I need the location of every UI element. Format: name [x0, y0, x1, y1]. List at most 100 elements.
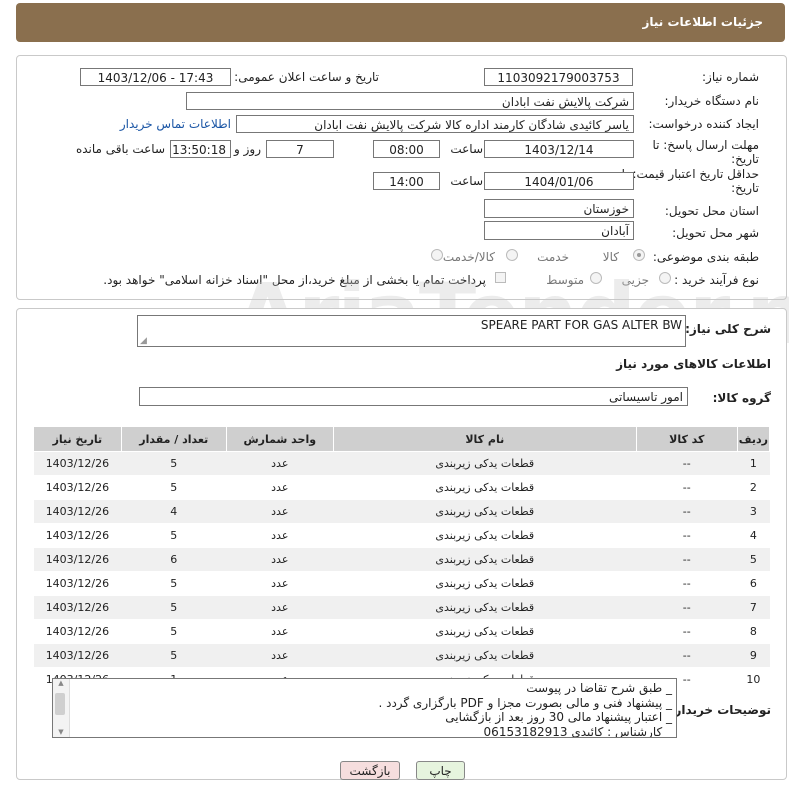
buyer-note-line: _ پیشنهاد فنی و مالی بصورت مجزا و PDF با… — [378, 695, 672, 710]
scroll-thumb[interactable] — [55, 693, 65, 715]
price-valid-time-field: 14:00 — [373, 172, 440, 190]
buyer-note-line: _ کارشناس : کائیدی 06153182913 — [483, 724, 672, 738]
general-desc-label: شرح کلی نیاز: — [685, 322, 771, 336]
quantity-cell: 5 — [121, 595, 227, 620]
table-row: 3 -- قطعات یدکی زیربندی عدد 4 1403/12/26 — [33, 499, 770, 524]
reply-time-field: 08:00 — [373, 140, 440, 158]
price-valid-label: حداقل تاریخ اعتبار قیمت: تا — [621, 167, 759, 181]
page-title: جزئیات اطلاعات نیاز — [642, 15, 763, 29]
scroll-down-icon[interactable]: ▼ — [53, 728, 69, 737]
row-number-cell: 6 — [737, 571, 770, 596]
quantity-cell: 5 — [121, 619, 227, 644]
need-date-cell: 1403/12/26 — [33, 523, 122, 548]
row-number-cell: 2 — [737, 475, 770, 500]
reply-date-field: 1403/12/14 — [484, 140, 634, 158]
buyer-org-label: نام دستگاه خریدار: — [664, 94, 760, 108]
category-radio-goods[interactable] — [633, 249, 645, 261]
remaining-time-field: 13:50:18 — [170, 140, 231, 158]
resize-handle-icon[interactable]: ◢ — [140, 336, 147, 346]
print-button[interactable]: چاپ — [416, 761, 465, 780]
general-desc-box: SPEARE PART FOR GAS ALTER BW ◢ — [137, 315, 686, 347]
announce-field: 1403/12/06 - 17:43 — [80, 68, 231, 86]
table-row: 8 -- قطعات یدکی زیربندی عدد 5 1403/12/26 — [33, 619, 770, 644]
announce-label: تاریخ و ساعت اعلان عمومی: — [234, 70, 379, 84]
province-label: استان محل تحویل: — [664, 204, 759, 218]
notes-scrollbar[interactable]: ▲ ▼ — [53, 679, 70, 737]
buyer-org-field: شرکت پالایش نفت ابادان — [186, 92, 634, 110]
row-number-cell: 7 — [737, 595, 770, 620]
table-row: 2 -- قطعات یدکی زیربندی عدد 5 1403/12/26 — [33, 475, 770, 500]
table-row: 9 -- قطعات یدکی زیربندی عدد 5 1403/12/26 — [33, 643, 770, 668]
items-table: ردیف کد کالا نام کالا واحد شمارش تعداد /… — [33, 426, 771, 692]
need-date-cell: 1403/12/26 — [33, 451, 122, 476]
item-name-cell: قطعات یدکی زیربندی — [333, 475, 637, 500]
col-row-number: ردیف — [736, 426, 771, 452]
scroll-up-icon[interactable]: ▲ — [53, 679, 69, 688]
unit-cell: عدد — [226, 451, 334, 476]
quantity-cell: 5 — [121, 475, 227, 500]
quantity-cell: 5 — [121, 451, 227, 476]
days-label: روز و — [234, 142, 261, 156]
back-button[interactable]: بازگشت — [340, 761, 400, 780]
item-code-cell: -- — [636, 475, 738, 500]
category-radio-service[interactable] — [506, 249, 518, 261]
item-code-cell: -- — [636, 643, 738, 668]
general-desc-text: SPEARE PART FOR GAS ALTER BW — [480, 318, 682, 332]
item-code-cell: -- — [636, 595, 738, 620]
price-valid-date-field: 1404/01/06 — [484, 172, 634, 190]
reply-deadline-label-2: تاریخ: — [731, 152, 759, 166]
category-option-goods: کالا — [602, 250, 619, 264]
items-title: اطلاعات کالاهای مورد نیاز — [616, 357, 771, 371]
item-code-cell: -- — [636, 619, 738, 644]
table-row: 7 -- قطعات یدکی زیربندی عدد 5 1403/12/26 — [33, 595, 770, 620]
item-name-cell: قطعات یدکی زیربندی — [333, 571, 637, 596]
buyer-note-line: _ اعتبار پیشنهاد مالی 30 روز بعد از بازگ… — [445, 710, 672, 724]
col-quantity: تعداد / مقدار — [120, 426, 227, 452]
quantity-cell: 5 — [121, 643, 227, 668]
need-date-cell: 1403/12/26 — [33, 595, 122, 620]
item-name-cell: قطعات یدکی زیربندی — [333, 619, 637, 644]
unit-cell: عدد — [226, 595, 334, 620]
price-valid-time-label: ساعت — [450, 174, 483, 188]
col-item-code: کد کالا — [635, 426, 738, 452]
quantity-cell: 5 — [121, 523, 227, 548]
unit-cell: عدد — [226, 571, 334, 596]
creator-label: ایجاد کننده درخواست: — [648, 117, 759, 131]
item-code-cell: -- — [636, 499, 738, 524]
reply-deadline-label: مهلت ارسال پاسخ: تا — [652, 138, 759, 152]
page-header: جزئیات اطلاعات نیاز — [16, 3, 785, 42]
item-name-cell: قطعات یدکی زیربندی — [333, 595, 637, 620]
col-unit: واحد شمارش — [225, 426, 334, 452]
need-date-cell: 1403/12/26 — [33, 547, 122, 572]
row-number-cell: 10 — [737, 667, 770, 692]
need-date-cell: 1403/12/26 — [33, 619, 122, 644]
table-row: 6 -- قطعات یدکی زیربندی عدد 5 1403/12/26 — [33, 571, 770, 596]
need-date-cell: 1403/12/26 — [33, 571, 122, 596]
unit-cell: عدد — [226, 643, 334, 668]
province-field: خوزستان — [484, 199, 634, 218]
unit-cell: عدد — [226, 523, 334, 548]
col-item-name: نام کالا — [332, 426, 637, 452]
goods-group-label: گروه کالا: — [712, 391, 771, 405]
item-name-cell: قطعات یدکی زیربندی — [333, 547, 637, 572]
unit-cell: عدد — [226, 475, 334, 500]
item-name-cell: قطعات یدکی زیربندی — [333, 499, 637, 524]
need-number-field: 1103092179003753 — [484, 68, 633, 86]
need-date-cell: 1403/12/26 — [33, 643, 122, 668]
category-radio-goods-service[interactable] — [431, 249, 443, 261]
item-code-cell: -- — [636, 547, 738, 572]
buyer-notes-box[interactable]: ▲ ▼ _ طبق شرح تقاضا در پیوست _ پیشنهاد فن… — [52, 678, 677, 738]
table-row: 4 -- قطعات یدکی زیربندی عدد 5 1403/12/26 — [33, 523, 770, 548]
row-number-cell: 4 — [737, 523, 770, 548]
unit-cell: عدد — [226, 619, 334, 644]
contact-buyer-link[interactable]: اطلاعات تماس خریدار — [120, 117, 231, 131]
item-code-cell: -- — [636, 523, 738, 548]
item-code-cell: -- — [636, 451, 738, 476]
quantity-cell: 5 — [121, 571, 227, 596]
city-field: آبادان — [484, 221, 634, 240]
need-date-cell: 1403/12/26 — [33, 475, 122, 500]
item-name-cell: قطعات یدکی زیربندی — [333, 523, 637, 548]
quantity-cell: 6 — [121, 547, 227, 572]
buyer-note-line: _ طبق شرح تقاضا در پیوست — [526, 681, 672, 695]
table-row: 5 -- قطعات یدکی زیربندی عدد 6 1403/12/26 — [33, 547, 770, 572]
